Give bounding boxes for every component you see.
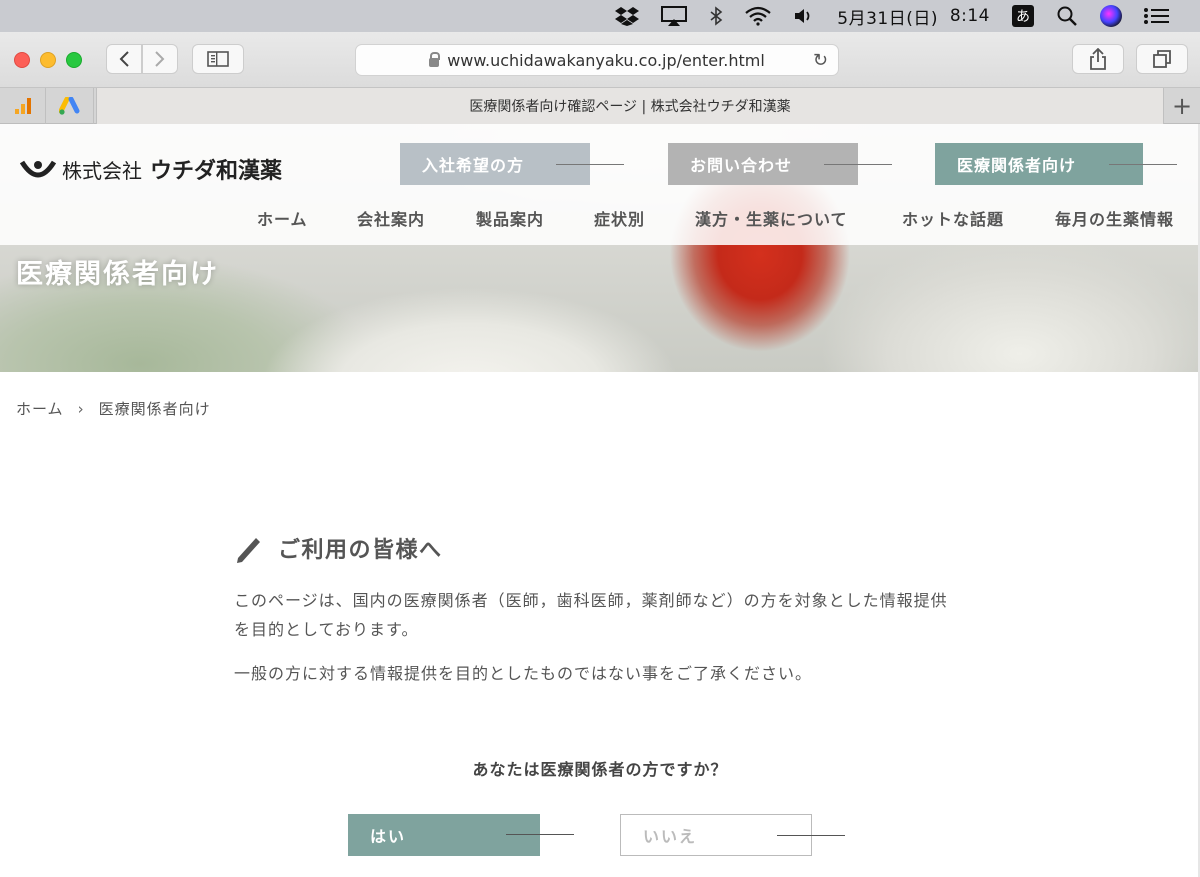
nav-item-products[interactable]: 製品案内 <box>476 206 544 230</box>
nav-item-kampo[interactable]: 漢方・生薬について <box>695 206 848 230</box>
yes-button-label: はい <box>370 827 407 846</box>
medical-professionals-button-label: 医療関係者向け <box>957 156 1077 175</box>
lock-icon <box>429 51 441 67</box>
site-header: 株式会社 ウチダ和漢薬 入社希望の方 お問い合わせ 医療関係者向け ホーム 会社… <box>0 124 1200 245</box>
no-button-label: いいえ <box>643 827 698 846</box>
notification-center-icon[interactable] <box>1144 7 1170 25</box>
yes-button[interactable]: はい <box>348 814 574 856</box>
share-button[interactable] <box>1072 44 1124 74</box>
contact-button-label: お問い合わせ <box>690 156 793 175</box>
dropbox-icon[interactable] <box>615 6 640 26</box>
recruit-button-label: 入社希望の方 <box>422 156 525 175</box>
section-heading-text: ご利用の皆様へ <box>278 538 443 563</box>
menubar-date: 5月31日(日) <box>837 8 938 29</box>
system-menu-bar: 5月31日(日) 8:14 あ <box>0 0 1200 32</box>
notice-paragraph-1: このページは、国内の医療関係者（医師，歯科医師，薬剤師など）の方を対象とした情報… <box>234 591 948 639</box>
breadcrumb-current: 医療関係者向け <box>98 400 211 418</box>
tabs-overview-button[interactable] <box>1136 44 1188 74</box>
button-line-decoration <box>777 835 845 836</box>
airplay-icon[interactable] <box>661 6 688 26</box>
analytics-icon <box>14 98 31 114</box>
hero-banner: 株式会社 ウチダ和漢薬 入社希望の方 お問い合わせ 医療関係者向け ホーム 会社… <box>0 124 1200 372</box>
chevron-left-icon <box>119 51 129 67</box>
ads-icon <box>58 97 79 115</box>
active-tab[interactable]: 医療関係者向け確認ページ | 株式会社ウチダ和漢薬 <box>96 88 1164 124</box>
nav-item-symptoms[interactable]: 症状別 <box>594 206 645 230</box>
tab-title: 医療関係者向け確認ページ | 株式会社ウチダ和漢薬 <box>469 99 791 115</box>
page-title: 医療関係者向け <box>16 259 219 290</box>
share-icon <box>1090 48 1106 70</box>
sidebar-button[interactable] <box>192 44 244 74</box>
breadcrumb-separator: › <box>77 399 85 418</box>
back-button[interactable] <box>106 44 142 74</box>
tab-bar: 医療関係者向け確認ページ | 株式会社ウチダ和漢薬 + <box>0 88 1200 124</box>
nav-item-home[interactable]: ホーム <box>257 206 308 230</box>
new-tab-button[interactable]: + <box>1164 88 1200 124</box>
button-line-decoration <box>556 164 624 165</box>
pinned-tab-ads[interactable] <box>48 88 94 124</box>
minimize-window-button[interactable] <box>40 52 56 68</box>
chevron-right-icon <box>155 51 165 67</box>
wifi-icon[interactable] <box>745 6 771 26</box>
notice-paragraph-2: 一般の方に対する情報提供を目的としたものではない事をご了承ください。 <box>234 664 813 683</box>
breadcrumb: ホーム › 医療関係者向け <box>16 398 211 419</box>
zoom-window-button[interactable] <box>66 52 82 68</box>
close-window-button[interactable] <box>14 52 30 68</box>
bluetooth-icon[interactable] <box>709 6 723 26</box>
pinned-tab-analytics[interactable] <box>0 88 46 124</box>
pencil-icon <box>237 538 260 563</box>
logo-prefix: 株式会社 <box>62 158 142 183</box>
nav-item-hot-topics[interactable]: ホットな話題 <box>902 206 1004 230</box>
logo-name: ウチダ和漢薬 <box>150 159 283 184</box>
spotlight-search-icon[interactable] <box>1056 5 1078 27</box>
site-logo[interactable]: 株式会社 ウチダ和漢薬 <box>20 153 282 185</box>
button-line-decoration <box>824 164 892 165</box>
forward-button[interactable] <box>142 44 178 74</box>
browser-toolbar: www.uchidawakanyaku.co.jp/enter.html ↻ <box>0 32 1200 88</box>
section-heading: ご利用の皆様へ <box>234 532 443 564</box>
medical-professionals-button[interactable]: 医療関係者向け <box>935 143 1177 185</box>
siri-icon[interactable] <box>1100 5 1122 27</box>
volume-icon[interactable] <box>793 7 815 25</box>
recruit-button[interactable]: 入社希望の方 <box>400 143 624 185</box>
tabs-icon <box>1153 50 1171 68</box>
button-line-decoration <box>506 834 574 835</box>
button-line-decoration <box>1109 164 1177 165</box>
company-logo-icon <box>20 160 56 178</box>
reload-icon[interactable]: ↻ <box>813 50 828 71</box>
no-button[interactable]: いいえ <box>620 814 845 856</box>
main-nav: ホーム 会社案内 製品案内 症状別 漢方・生薬について ホットな話題 毎月の生薬… <box>0 206 1200 230</box>
confirmation-question: あなたは医療関係者の方ですか？ <box>472 760 728 779</box>
sidebar-icon <box>207 51 229 67</box>
nav-item-company[interactable]: 会社案内 <box>357 206 425 230</box>
nav-item-monthly-herbs[interactable]: 毎月の生薬情報 <box>1055 206 1174 230</box>
menubar-clock[interactable]: 5月31日(日) 8:14 <box>837 4 990 29</box>
contact-button[interactable]: お問い合わせ <box>668 143 892 185</box>
url-text: www.uchidawakanyaku.co.jp/enter.html <box>447 50 765 70</box>
menubar-time: 8:14 <box>949 6 990 26</box>
address-bar[interactable]: www.uchidawakanyaku.co.jp/enter.html ↻ <box>355 44 839 76</box>
breadcrumb-home[interactable]: ホーム <box>16 398 64 419</box>
input-method-indicator[interactable]: あ <box>1012 5 1034 27</box>
